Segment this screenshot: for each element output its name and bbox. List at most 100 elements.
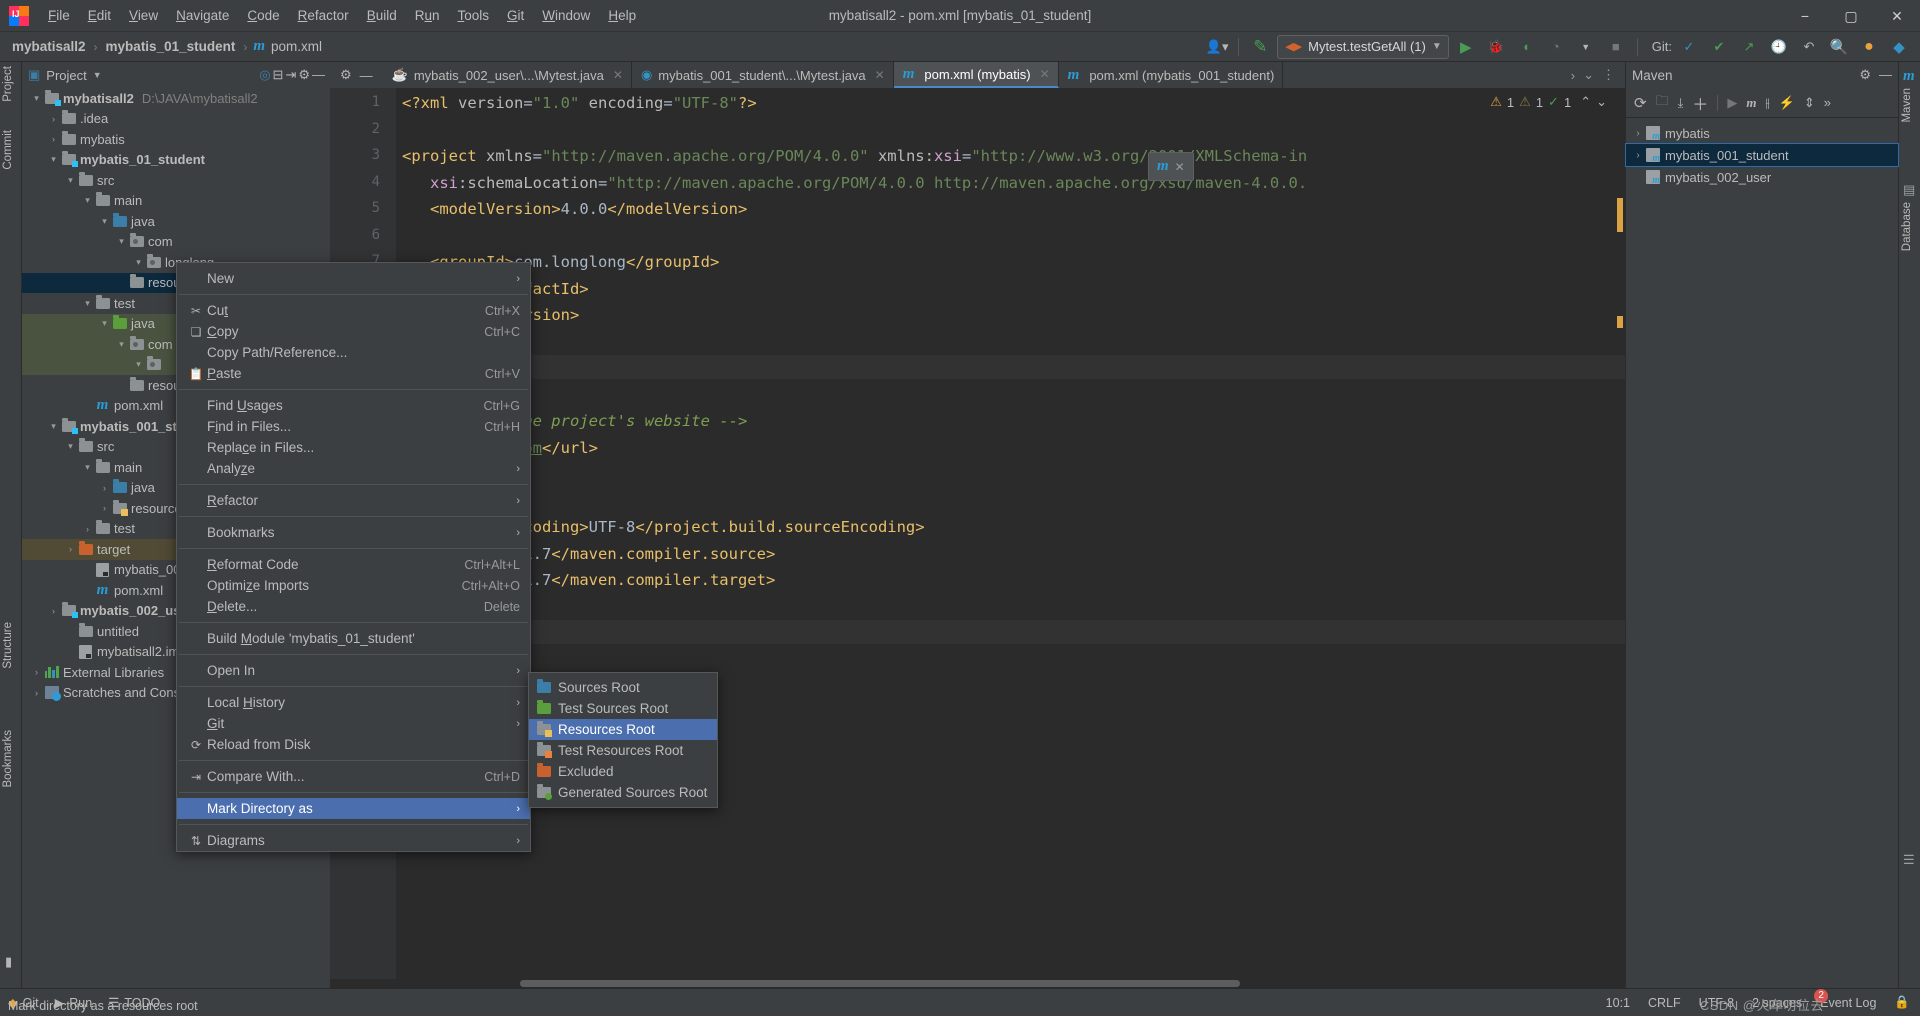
event-log-button[interactable]: 2 Event Log <box>1814 988 1876 1010</box>
close-icon[interactable]: ✕ <box>1040 67 1050 81</box>
user-icon[interactable]: 👤▾ <box>1204 35 1230 59</box>
expand-arrow-icon[interactable]: › <box>47 114 60 124</box>
tree-row[interactable]: ▾ mybatisall2 D:\JAVA\mybatisall2 <box>22 88 330 109</box>
minimize-button[interactable]: − <box>1782 0 1828 32</box>
breadcrumb-item-project[interactable]: mybatisall2 <box>10 37 88 56</box>
menu-view[interactable]: View <box>120 4 167 27</box>
context-menu-item[interactable]: ✂ Cut Ctrl+X <box>177 300 530 321</box>
context-menu-item[interactable]: Build Module 'mybatis_01_student' <box>177 628 530 649</box>
project-context-menu[interactable]: New › ✂ Cut Ctrl+X ❏ Copy Ctrl+C Copy Path/Refer… <box>176 262 531 852</box>
chevron-down-icon[interactable]: ▼ <box>93 70 102 80</box>
download-sources-icon[interactable]: ⤓ <box>1678 95 1684 111</box>
close-icon[interactable]: ✕ <box>1175 160 1185 174</box>
expand-icon[interactable]: ⇕ <box>1804 95 1815 111</box>
tree-row[interactable]: ▾ mybatis_01_student <box>22 150 330 171</box>
maven-project-row[interactable]: › mybatis_001_student <box>1625 143 1899 167</box>
menu-window[interactable]: Window <box>533 4 599 27</box>
context-menu-item[interactable]: Optimize Imports Ctrl+Alt+O <box>177 575 530 596</box>
update-icon[interactable]: ✔ <box>1706 35 1732 59</box>
maven-project-row[interactable]: mybatis_002_user <box>1626 166 1898 188</box>
expand-arrow-icon[interactable]: › <box>47 606 60 616</box>
close-icon[interactable]: ✕ <box>875 68 885 82</box>
tree-row[interactable]: ▾ main <box>22 191 330 212</box>
expand-arrow-icon[interactable]: ▾ <box>115 236 128 247</box>
menu-code[interactable]: Code <box>238 4 288 27</box>
context-menu-item[interactable]: Refactor › <box>177 490 530 511</box>
settings-gear-icon[interactable]: ⚙ <box>298 67 310 83</box>
reload-icon[interactable]: ⟳ <box>1634 94 1647 112</box>
close-icon[interactable]: ✕ <box>613 68 623 82</box>
expand-arrow-icon[interactable]: ▾ <box>47 154 60 165</box>
undo-icon[interactable]: ↶ <box>1796 35 1822 59</box>
more-options-icon[interactable]: ⋮ <box>1602 67 1615 83</box>
next-problem-icon[interactable]: ⌄ <box>1596 94 1607 110</box>
expand-arrow-icon[interactable]: › <box>81 524 94 534</box>
expand-arrow-icon[interactable]: ▾ <box>98 216 111 227</box>
expand-arrow-icon[interactable]: › <box>30 688 43 698</box>
submenu-item[interactable]: Excluded <box>529 761 717 782</box>
horizontal-scrollbar[interactable] <box>330 979 1625 988</box>
database-icon[interactable]: ▤ <box>1903 182 1915 198</box>
database-stack-icon[interactable]: ☰ <box>1903 852 1915 868</box>
code-content[interactable]: <?xml version="1.0" encoding="UTF-8"?> <p… <box>396 88 1625 988</box>
menu-build[interactable]: Build <box>358 4 406 27</box>
submenu-item[interactable]: Test Sources Root <box>529 698 717 719</box>
expand-arrow-icon[interactable]: ▾ <box>30 93 43 104</box>
tool-window-commit[interactable]: Commit <box>2 130 14 170</box>
context-menu-item[interactable]: New › <box>177 268 530 289</box>
previous-problem-icon[interactable]: ⌃ <box>1580 94 1591 110</box>
profile-icon[interactable]: ◔ <box>1543 35 1569 59</box>
hide-panel-icon[interactable]: — <box>312 67 325 83</box>
maven-reload-icon[interactable]: m <box>1157 158 1169 175</box>
context-menu-item[interactable]: Replace in Files... <box>177 437 530 458</box>
breadcrumb-item-file[interactable]: pom.xml <box>269 37 324 56</box>
toggle-skip-tests-icon[interactable]: ⫲ <box>1765 95 1769 111</box>
generate-sources-icon[interactable]: 🗀 <box>1656 92 1669 114</box>
run-icon[interactable]: ▶ <box>1453 35 1479 59</box>
submenu-item[interactable]: Generated Sources Root <box>529 782 717 803</box>
debug-icon[interactable]: 🐞 <box>1483 35 1509 59</box>
context-menu-item[interactable]: Bookmarks › <box>177 522 530 543</box>
close-button[interactable]: ✕ <box>1874 0 1920 32</box>
context-menu-item[interactable]: ⇅ Diagrams › <box>177 830 530 851</box>
history-icon[interactable]: 🕘 <box>1766 35 1792 59</box>
context-menu-item[interactable]: Find Usages Ctrl+G <box>177 395 530 416</box>
expand-arrow-icon[interactable]: › <box>47 134 60 144</box>
minimize-icon[interactable]: — <box>1879 67 1892 83</box>
tree-row[interactable]: ▾ java <box>22 211 330 232</box>
tool-window-structure[interactable]: Structure <box>2 622 14 669</box>
chevron-down-icon[interactable]: ⌄ <box>1583 67 1594 83</box>
context-menu-item[interactable]: ⇥ Compare With... Ctrl+D <box>177 766 530 787</box>
expand-arrow-icon[interactable]: › <box>64 544 77 554</box>
tool-window-maven[interactable]: Maven <box>1901 88 1913 123</box>
updates-icon[interactable]: ● <box>1856 35 1882 59</box>
tab-overflow-icon[interactable]: › <box>1571 68 1575 83</box>
maven-project-row[interactable]: › mybatis <box>1626 122 1898 144</box>
expand-arrow-icon[interactable]: ▾ <box>47 421 60 432</box>
expand-arrow-icon[interactable]: › <box>30 667 43 677</box>
tool-window-project[interactable]: Project <box>2 66 14 102</box>
gear-icon[interactable]: ⚙ <box>1859 67 1871 83</box>
tree-row[interactable]: ▾ src <box>22 170 330 191</box>
context-menu-item[interactable]: Local History › <box>177 692 530 713</box>
run-configuration-selector[interactable]: ◀▶ Mytest.testGetAll (1) ▼ <box>1277 34 1449 59</box>
maven-projects-tree[interactable]: › mybatis › mybatis_001_student mybatis_002_… <box>1625 118 1899 188</box>
menu-navigate[interactable]: Navigate <box>167 4 238 27</box>
search-icon[interactable]: 🔍 <box>1826 35 1852 59</box>
expand-arrow-icon[interactable]: ▾ <box>81 195 94 206</box>
context-menu-item[interactable]: ⟳ Reload from Disk <box>177 734 530 755</box>
menu-git[interactable]: Git <box>498 4 533 27</box>
breadcrumb-item-module[interactable]: mybatis_01_student <box>104 37 238 56</box>
tab-pom-mybatis[interactable]: m pom.xml (mybatis) ✕ <box>893 62 1059 88</box>
context-menu-item[interactable]: 📋 Paste Ctrl+V <box>177 363 530 384</box>
expand-arrow-icon[interactable]: ▾ <box>64 441 77 452</box>
expand-arrow-icon[interactable]: ▾ <box>81 298 94 309</box>
status-line-separator[interactable]: CRLF <box>1648 996 1681 1010</box>
tab-mybatis-002-user-mytest[interactable]: ☕ mybatis_002_user\...\Mytest.java ✕ <box>383 62 632 88</box>
maximize-button[interactable]: ▢ <box>1828 0 1874 32</box>
menu-edit[interactable]: Edit <box>79 4 120 27</box>
scrollbar-thumb[interactable] <box>520 980 1240 987</box>
tool-window-bookmarks[interactable]: Bookmarks <box>2 730 14 788</box>
expand-arrow-icon[interactable]: › <box>98 503 111 513</box>
select-opened-file-icon[interactable]: ◎ <box>259 67 270 83</box>
